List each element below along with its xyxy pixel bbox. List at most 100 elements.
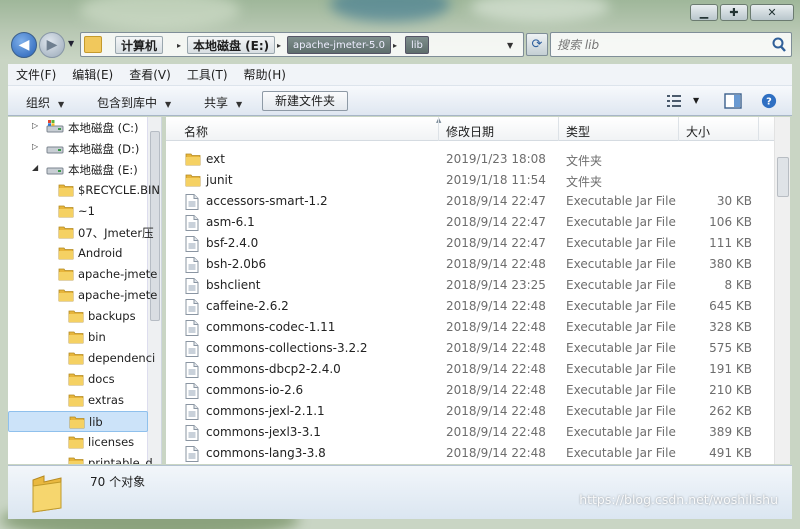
menu-file[interactable]: 文件(F) <box>16 66 56 83</box>
file-row[interactable]: commons-collections-3.2.2 2018/9/14 22:48… <box>178 338 768 359</box>
nav-tree-label: Android <box>78 246 123 260</box>
file-row[interactable]: commons-dbcp2-2.4.0 2018/9/14 22:48 Execut… <box>178 359 768 380</box>
file-date: 2018/9/14 22:48 <box>446 257 546 271</box>
file-row[interactable]: bsh-2.0b6 2018/9/14 22:48 Executable Jar F… <box>178 254 768 275</box>
nav-tree-item[interactable]: ◢ 本地磁盘 (E:) <box>8 159 148 180</box>
new-folder-button[interactable]: 新建文件夹 <box>262 91 348 111</box>
file-name: bsh-2.0b6 <box>206 257 267 271</box>
file-name: caffeine-2.6.2 <box>206 299 289 313</box>
search-input[interactable] <box>557 36 757 54</box>
menu-help[interactable]: 帮助(H) <box>244 66 286 83</box>
breadcrumb-computer[interactable]: 计算机 <box>115 36 164 54</box>
chevron-right-icon[interactable]: ▸ <box>393 41 397 50</box>
file-row[interactable]: bsf-2.4.0 2018/9/14 22:47 Executable Jar F… <box>178 233 768 254</box>
file-row[interactable]: bshclient 2018/9/14 23:25 Executable Jar F… <box>178 275 768 296</box>
preview-pane-icon[interactable] <box>724 93 742 109</box>
file-row[interactable]: junit 2019/1/18 11:54 文件夹 <box>178 170 768 191</box>
breadcrumb-lib[interactable]: lib <box>405 36 429 54</box>
recent-pages-dropdown[interactable]: ▼ <box>68 39 74 48</box>
file-row[interactable]: ext 2019/1/23 18:08 文件夹 <box>178 149 768 170</box>
file-row[interactable]: commons-lang3-3.8 2018/9/14 22:48 Executab… <box>178 443 768 464</box>
file-type: Executable Jar File <box>566 257 676 271</box>
expand-arrow-icon[interactable]: ◢ <box>32 163 38 172</box>
column-divider[interactable] <box>678 117 679 141</box>
menu-edit[interactable]: 编辑(E) <box>72 66 113 83</box>
expand-arrow-icon[interactable]: ▷ <box>32 142 38 151</box>
breadcrumb-drive-e[interactable]: 本地磁盘 (E:) <box>187 36 276 54</box>
file-type: Executable Jar File <box>566 446 676 460</box>
file-scroll-thumb[interactable] <box>777 157 789 197</box>
file-scrollbar[interactable] <box>774 117 790 464</box>
column-name[interactable]: 名称 <box>184 123 208 140</box>
expand-arrow-icon[interactable]: ▷ <box>32 121 38 130</box>
file-row[interactable]: caffeine-2.6.2 2018/9/14 22:48 Executable … <box>178 296 768 317</box>
file-row[interactable]: commons-codec-1.11 2018/9/14 22:48 Executa… <box>178 317 768 338</box>
column-divider[interactable] <box>438 117 439 141</box>
folder-icon <box>68 309 84 326</box>
back-button[interactable]: ◀ <box>11 32 37 58</box>
nav-tree-item[interactable]: dependenci <box>8 348 155 369</box>
breadcrumb-jmeter[interactable]: apache-jmeter-5.0 <box>287 36 391 54</box>
chevron-right-icon[interactable]: ▸ <box>277 41 281 50</box>
nav-tree-item[interactable]: docs <box>8 369 148 390</box>
nav-tree-item[interactable]: extras <box>8 390 148 411</box>
close-button[interactable]: ✕ <box>750 4 794 21</box>
file-date: 2019/1/18 11:54 <box>446 173 546 187</box>
nav-tree-item[interactable]: ~1 <box>8 201 148 222</box>
nav-tree-label: 本地磁盘 (C:) <box>68 121 139 135</box>
nav-tree-item[interactable]: apache-jmete <box>8 285 157 306</box>
minimize-button[interactable]: ▁ <box>690 4 718 21</box>
chevron-right-icon[interactable]: ▸ <box>177 41 181 50</box>
organize-button[interactable]: 组织 ▼ <box>26 94 64 111</box>
file-date: 2018/9/14 22:48 <box>446 404 546 418</box>
nav-tree-item[interactable]: ▷ 本地磁盘 (D:) <box>8 138 148 159</box>
forward-button[interactable]: ▶ <box>39 32 65 58</box>
item-count: 70 个对象 <box>90 475 146 489</box>
share-button[interactable]: 共享 ▼ <box>204 94 242 111</box>
include-in-library-button[interactable]: 包含到库中 ▼ <box>97 94 171 111</box>
nav-tree-item[interactable]: apache-jmete <box>8 264 157 285</box>
file-date: 2018/9/14 22:48 <box>446 362 546 376</box>
jar-file-icon <box>185 446 199 464</box>
file-list: ▲ 名称 修改日期 类型 大小 ext2019/1/23 18:08文件夹jun… <box>166 117 790 464</box>
folder-icon <box>185 173 201 190</box>
column-divider[interactable] <box>758 117 759 141</box>
column-date[interactable]: 修改日期 <box>446 123 494 140</box>
command-bar: 组织 ▼ 包含到库中 ▼ 共享 ▼ 新建文件夹 ▼ ? <box>8 86 792 116</box>
file-row[interactable]: commons-io-2.6 2018/9/14 22:48 Executable … <box>178 380 768 401</box>
menu-tools[interactable]: 工具(T) <box>187 66 228 83</box>
maximize-button[interactable]: ✚ <box>720 4 748 21</box>
file-row[interactable]: commons-jexl-2.1.1 2018/9/14 22:48 Executa… <box>178 401 768 422</box>
jar-file-icon <box>185 215 199 234</box>
file-row[interactable]: asm-6.1 2018/9/14 22:47 Executable Jar Fil… <box>178 212 768 233</box>
nav-tree-item[interactable]: backups <box>8 306 148 327</box>
nav-tree-item[interactable]: Android <box>8 243 148 264</box>
column-type[interactable]: 类型 <box>566 123 590 140</box>
address-bar[interactable]: 计算机 ▸ 本地磁盘 (E:) ▸ apache-jmeter-5.0 ▸ li… <box>80 32 524 57</box>
nav-tree-item[interactable]: licenses <box>8 432 148 453</box>
file-row[interactable]: commons-jexl3-3.1 2018/9/14 22:48 Executab… <box>178 422 768 443</box>
menu-view[interactable]: 查看(V) <box>129 66 171 83</box>
drive-icon <box>46 141 64 158</box>
nav-tree-item[interactable]: $RECYCLE.BIN <box>8 180 160 201</box>
nav-tree-label: lib <box>89 415 103 429</box>
nav-tree-item[interactable]: 07、Jmeter压 <box>8 222 154 243</box>
nav-tree-label: apache-jmete <box>78 288 158 302</box>
refresh-button[interactable]: ⟳ <box>526 33 548 56</box>
column-divider[interactable] <box>558 117 559 141</box>
help-icon[interactable]: ? <box>760 93 778 109</box>
view-options-dropdown[interactable]: ▼ <box>693 96 699 105</box>
column-size[interactable]: 大小 <box>686 123 710 140</box>
search-icon[interactable] <box>770 36 788 54</box>
jar-file-icon <box>185 341 199 360</box>
change-view-icon[interactable] <box>666 93 684 109</box>
address-dropdown-icon[interactable]: ▼ <box>507 41 513 50</box>
nav-tree-item[interactable]: bin <box>8 327 148 348</box>
nav-tree-item[interactable]: ▷ 本地磁盘 (C:) <box>8 117 148 138</box>
file-row[interactable]: accessors-smart-1.2 2018/9/14 22:47 Execut… <box>178 191 768 212</box>
nav-tree-item[interactable]: lib <box>8 411 148 432</box>
nav-tree-label: 本地磁盘 (D:) <box>68 142 140 156</box>
chevron-down-icon: ▼ <box>165 100 172 109</box>
jar-file-icon <box>185 320 199 339</box>
nav-tree-item[interactable]: printable_d <box>8 453 153 464</box>
